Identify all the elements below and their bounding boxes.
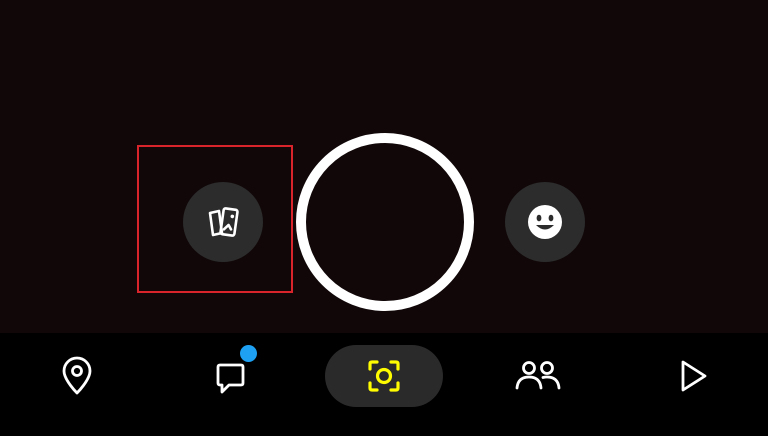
memories-button[interactable] <box>183 182 263 262</box>
snap-camera-screen <box>0 0 768 436</box>
smiley-face-icon <box>525 202 565 242</box>
camera-scan-icon <box>364 356 404 396</box>
chat-notification-badge <box>240 345 257 362</box>
chat-bubble-icon <box>213 356 249 396</box>
play-icon <box>674 356 710 396</box>
lenses-button[interactable] <box>505 182 585 262</box>
camera-controls <box>0 0 768 333</box>
shutter-button[interactable] <box>296 133 474 311</box>
bottom-navigation-bar <box>0 333 768 436</box>
nav-chat-button[interactable] <box>200 345 262 407</box>
nav-map-button[interactable] <box>46 345 108 407</box>
nav-camera-button[interactable] <box>325 345 443 407</box>
nav-spotlight-button[interactable] <box>661 345 723 407</box>
location-pin-icon <box>59 356 95 396</box>
nav-stories-button[interactable] <box>507 345 569 407</box>
memories-cards-icon <box>201 200 245 244</box>
friends-icon <box>512 356 564 396</box>
